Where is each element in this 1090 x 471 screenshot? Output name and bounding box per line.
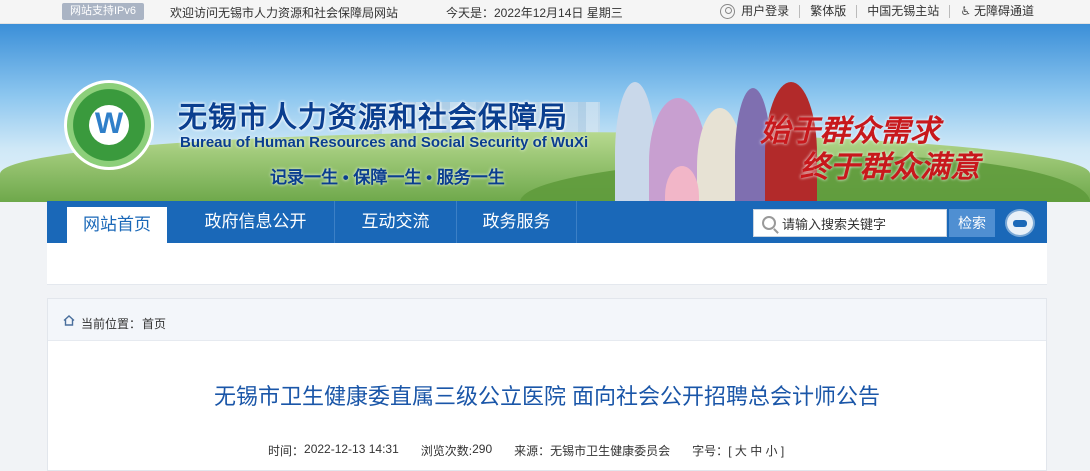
time-label: 时间： xyxy=(268,444,305,458)
search-placeholder: 请输入搜索关键字 xyxy=(782,216,887,232)
publish-time: 2022-12-13 14:31 xyxy=(304,442,399,456)
tab-government-info[interactable]: 政府信息公开 xyxy=(177,201,335,243)
article-title: 无锡市卫生健康委直属三级公立医院 面向社会公开招聘总会计师公告 xyxy=(213,384,881,409)
accessibility-icon: ♿ xyxy=(960,4,971,18)
bureau-logo: W xyxy=(64,80,154,170)
tab-gov-services[interactable]: 政务服务 xyxy=(457,201,577,243)
article-panel: 当前位置： 首页 无锡市卫生健康委直属三级公立医院 面向社会公开招聘总会计师公告… xyxy=(47,298,1047,471)
search-button[interactable]: 检索 xyxy=(949,209,995,237)
accessibility-link[interactable]: ♿ 无障碍通道 xyxy=(949,5,1044,18)
site-title: 无锡市人力资源和社会保障局 xyxy=(178,102,569,134)
font-size-label: 字号： xyxy=(692,444,729,458)
top-bar: 网站支持IPv6 欢迎访问无锡市人力资源和社会保障局网站 今天是：2022年12… xyxy=(0,0,1090,24)
breadcrumb-home-link[interactable]: 首页 xyxy=(142,315,166,332)
font-size-switcher[interactable]: [ 大 中 小 ] xyxy=(728,442,784,459)
user-icon xyxy=(720,4,736,19)
welcome-text: 欢迎访问无锡市人力资源和社会保障局网站 xyxy=(170,6,399,20)
traditional-chinese-link[interactable]: 繁体版 xyxy=(799,5,856,18)
tab-home[interactable]: 网站首页 xyxy=(67,207,167,243)
breadcrumb-label: 当前位置： xyxy=(81,317,142,331)
wuxi-main-site-link[interactable]: 中国无锡主站 xyxy=(856,5,949,18)
login-link[interactable]: 用户登录 xyxy=(710,4,799,19)
sub-nav-area xyxy=(47,243,1047,285)
view-count: 290 xyxy=(472,442,493,456)
slogan: 记录一生 • 保障一生 • 服务一生 xyxy=(270,168,505,187)
top-links: 用户登录 繁体版 中国无锡主站 ♿ 无障碍通道 xyxy=(710,3,1044,20)
article-source: 无锡市卫生健康委员会 xyxy=(550,444,671,458)
date-text: 今天是：2022年12月14日 星期三 xyxy=(446,6,623,20)
site-title-english: Bureau of Human Resources and Social Sec… xyxy=(180,134,589,151)
main-nav: 网站首页 政府信息公开 互动交流 政务服务 请输入搜索关键字 检索 xyxy=(47,201,1047,243)
search-icon xyxy=(762,216,776,230)
breadcrumb: 当前位置： 首页 xyxy=(48,299,1046,341)
home-icon xyxy=(63,315,75,326)
views-label: 浏览次数: xyxy=(420,444,473,458)
accessibility-link-label: 无障碍通道 xyxy=(973,4,1034,18)
search-input[interactable]: 请输入搜索关键字 xyxy=(753,209,947,237)
header-banner: W 无锡市人力资源和社会保障局 Bureau of Human Resource… xyxy=(0,24,1090,202)
source-label: 来源： xyxy=(514,444,551,458)
motto-line-2: 终于群众满意 xyxy=(800,150,980,185)
login-link-label: 用户登录 xyxy=(741,4,790,18)
robot-assistant-icon[interactable] xyxy=(1005,209,1035,237)
article-meta: 时间： 2022-12-13 14:31 浏览次数: 290 来源： 无锡市卫生… xyxy=(268,442,784,459)
tab-interaction[interactable]: 互动交流 xyxy=(335,201,457,243)
ipv6-badge: 网站支持IPv6 xyxy=(62,3,145,20)
